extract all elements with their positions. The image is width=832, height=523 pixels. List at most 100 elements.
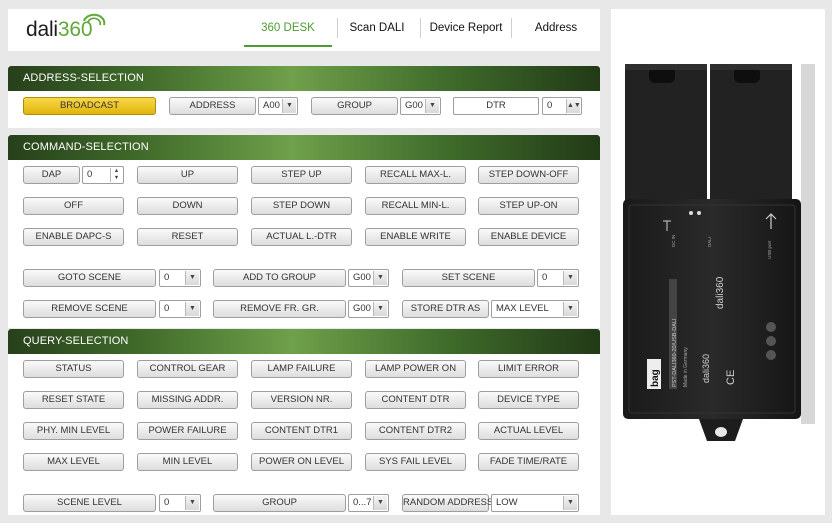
svg-text:USB port: USB port (767, 240, 772, 259)
missing-addr-button[interactable]: MISSING ADDR. (137, 391, 238, 409)
limit-error-button[interactable]: LIMIT ERROR (478, 360, 579, 378)
reset-button[interactable]: RESET (137, 228, 238, 246)
svg-text:DALI: DALI (707, 237, 712, 247)
add-to-group-select[interactable]: G00 ▼ (348, 269, 389, 287)
dap-button[interactable]: DAP (23, 166, 80, 184)
lamp-power-on-button[interactable]: LAMP POWER ON (365, 360, 466, 378)
enable-write-button[interactable]: ENABLE WRITE (365, 228, 466, 246)
group-query-select[interactable]: 0...7 ▼ (348, 494, 389, 512)
chevron-down-icon[interactable]: ▼ (563, 496, 577, 510)
step-down-button[interactable]: STEP DOWN (251, 197, 352, 215)
remove-from-group-select[interactable]: G00 ▼ (348, 300, 389, 318)
content-dtr1-button[interactable]: CONTENT DTR1 (251, 422, 352, 440)
content-dtr2-button[interactable]: CONTENT DTR2 (365, 422, 466, 440)
scene-level-select[interactable]: 0 ▼ (159, 494, 201, 512)
chevron-down-icon[interactable]: ▼ (185, 271, 199, 285)
broadcast-button[interactable]: BROADCAST (23, 97, 156, 115)
status-button[interactable]: STATUS (23, 360, 124, 378)
group-select[interactable]: G00 ▼ (400, 97, 441, 115)
content-dtr-button[interactable]: CONTENT DTR (365, 391, 466, 409)
group-button[interactable]: GROUP (311, 97, 398, 115)
add-to-group-button[interactable]: ADD TO GROUP (213, 269, 346, 287)
remove-scene-button[interactable]: REMOVE SCENE (23, 300, 156, 318)
up-button[interactable]: UP (137, 166, 238, 184)
store-dtr-as-button[interactable]: STORE DTR AS (402, 300, 489, 318)
nav-divider (511, 18, 512, 38)
actual-l-dtr-button[interactable]: ACTUAL L.-DTR (251, 228, 352, 246)
random-address-select[interactable]: LOW ▼ (491, 494, 579, 512)
device-photo-panel: PST-DALI360-20/USB-DALI Made in Germany … (611, 9, 825, 515)
address-selection-panel: ADDRESS-SELECTION BROADCAST ADDRESS A00 ▼… (8, 66, 600, 128)
svg-text:dali360: dali360 (715, 276, 726, 309)
tab-360-desk[interactable]: 360 DESK (244, 9, 332, 47)
max-level-button[interactable]: MAX LEVEL (23, 453, 124, 471)
step-up-on-button[interactable]: STEP UP-ON (478, 197, 579, 215)
control-gear-button[interactable]: CONTROL GEAR (137, 360, 238, 378)
enable-device-button[interactable]: ENABLE DEVICE (478, 228, 579, 246)
address-select[interactable]: A00 ▼ (258, 97, 298, 115)
command-selection-panel: COMMAND-SELECTION DAP 0 ▲ ▼ UP STEP UP REC… (8, 135, 600, 328)
scene-level-button[interactable]: SCENE LEVEL (23, 494, 156, 512)
svg-text:PST-DALI360-20/USB-DALI: PST-DALI360-20/USB-DALI (672, 318, 678, 387)
remove-scene-select[interactable]: 0 ▼ (159, 300, 201, 318)
chevron-down-icon[interactable]: ▼ (373, 496, 387, 510)
store-dtr-as-select[interactable]: MAX LEVEL ▼ (491, 300, 579, 318)
logo-arc-icon (83, 13, 106, 26)
svg-text:CE: CE (725, 370, 737, 385)
chevron-down-icon[interactable]: ▼ (185, 302, 199, 316)
power-failure-button[interactable]: POWER FAILURE (137, 422, 238, 440)
tab-device-report[interactable]: Device Report (422, 9, 510, 47)
chevron-down-icon[interactable]: ▼ (282, 99, 296, 113)
step-down-off-button[interactable]: STEP DOWN-OFF (478, 166, 579, 184)
svg-text:bag: bag (650, 369, 661, 387)
lamp-failure-button[interactable]: LAMP FAILURE (251, 360, 352, 378)
fade-time-rate-button[interactable]: FADE TIME/RATE (478, 453, 579, 471)
dap-stepper[interactable]: 0 ▲ ▼ (82, 166, 124, 184)
set-scene-select[interactable]: 0 ▼ (537, 269, 579, 287)
address-button[interactable]: ADDRESS (169, 97, 256, 115)
down-button[interactable]: DOWN (137, 197, 238, 215)
remove-from-group-button[interactable]: REMOVE FR. GR. (213, 300, 346, 318)
step-up-button[interactable]: STEP UP (251, 166, 352, 184)
chevron-down-icon[interactable]: ▼ (373, 271, 387, 285)
stepper-icon[interactable]: ▲▼ (566, 99, 581, 113)
chevron-down-icon[interactable]: ▼ (185, 496, 199, 510)
recall-min-button[interactable]: RECALL MIN-L. (365, 197, 466, 215)
dtr-field[interactable]: DTR (453, 97, 539, 115)
chevron-down-icon[interactable]: ▼ (373, 302, 387, 316)
sys-fail-level-button[interactable]: SYS FAIL LEVEL (365, 453, 466, 471)
chevron-down-icon[interactable]: ▼ (425, 99, 439, 113)
power-on-level-button[interactable]: POWER ON LEVEL (251, 453, 352, 471)
min-level-button[interactable]: MIN LEVEL (137, 453, 238, 471)
version-nr-button[interactable]: VERSION NR. (251, 391, 352, 409)
actual-level-button[interactable]: ACTUAL LEVEL (478, 422, 579, 440)
chevron-down-icon[interactable]: ▼ (563, 302, 577, 316)
phy-min-level-button[interactable]: PHY. MIN LEVEL (23, 422, 124, 440)
top-navigation-bar: dali360 360 DESK Scan DALI Device Report… (8, 9, 600, 51)
panel-title: COMMAND-SELECTION (23, 141, 149, 153)
chevron-down-icon[interactable]: ▼ (563, 271, 577, 285)
stepper-icon[interactable]: ▲▼ (110, 168, 122, 182)
panel-title: QUERY-SELECTION (23, 335, 129, 347)
off-button[interactable]: OFF (23, 197, 124, 215)
set-scene-button[interactable]: SET SCENE (402, 269, 535, 287)
recall-max-button[interactable]: RECALL MAX-L. (365, 166, 466, 184)
panel-header: COMMAND-SELECTION (8, 135, 600, 160)
nav-divider (420, 18, 421, 38)
group-query-button[interactable]: GROUP (213, 494, 346, 512)
main-area: dali360 360 DESK Scan DALI Device Report… (8, 9, 600, 515)
random-address-button[interactable]: RANDOM ADDRESS (402, 494, 493, 512)
goto-scene-button[interactable]: GOTO SCENE (23, 269, 156, 287)
svg-text:DC IN: DC IN (671, 235, 676, 247)
panel-header: ADDRESS-SELECTION (8, 66, 600, 91)
tab-scan-dali[interactable]: Scan DALI (338, 9, 416, 47)
panel-title: ADDRESS-SELECTION (23, 72, 144, 84)
goto-scene-select[interactable]: 0 ▼ (159, 269, 201, 287)
enable-dapc-s-button[interactable]: ENABLE DAPC-S (23, 228, 124, 246)
reset-state-button[interactable]: RESET STATE (23, 391, 124, 409)
panel-header: QUERY-SELECTION (8, 329, 600, 354)
dtr-stepper[interactable]: 0 ▲▼ (542, 97, 582, 115)
query-selection-panel: QUERY-SELECTION STATUS CONTROL GEAR LAMP… (8, 329, 600, 515)
tab-address[interactable]: Address (522, 9, 590, 47)
device-type-button[interactable]: DEVICE TYPE (478, 391, 579, 409)
